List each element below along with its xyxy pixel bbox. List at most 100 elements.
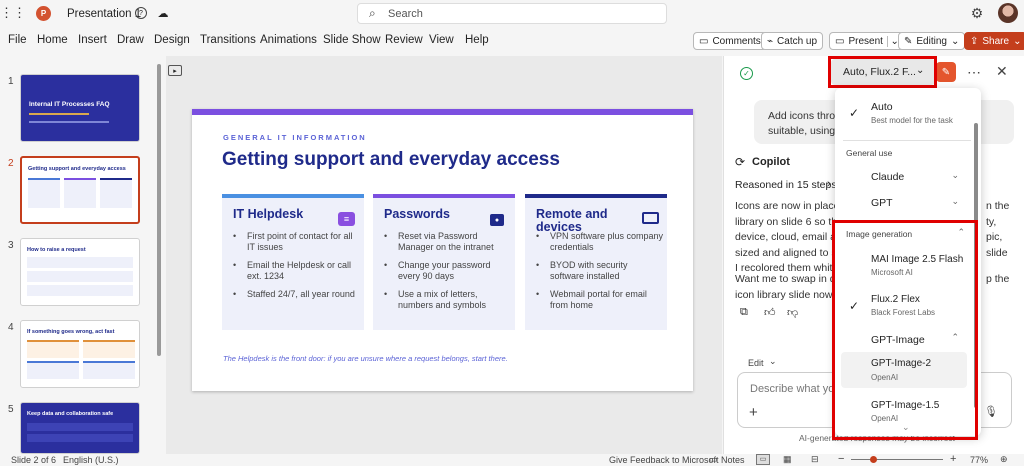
menu-help[interactable]: Help (465, 34, 489, 46)
menu-design[interactable]: Design (154, 34, 190, 46)
slide-thumbnail-5[interactable]: Keep data and collaboration safe (20, 402, 140, 454)
microphone-icon[interactable]: 🎙︎ (984, 405, 998, 418)
thumb-title: Keep data and collaboration safe (27, 411, 114, 417)
more-options-icon[interactable]: ⋯ (967, 64, 981, 81)
thumb-number: 3 (8, 240, 14, 251)
thumb-text-line (29, 121, 109, 123)
menu-review[interactable]: Review (385, 34, 423, 46)
card-accent-bar (373, 194, 515, 198)
add-attachment-icon[interactable]: + (749, 404, 758, 421)
present-icon: ▭ (835, 35, 845, 47)
card-bullet: BYOD with security software installed (536, 260, 664, 282)
zoom-out-icon[interactable]: − (838, 453, 844, 465)
language-indicator[interactable]: English (U.S.) (63, 455, 119, 465)
thumbnail-scrollbar[interactable] (157, 64, 161, 356)
zoom-in-icon[interactable]: + (950, 453, 956, 465)
editing-mode-button[interactable]: ✎ Editing ⌄ (898, 32, 966, 50)
app-launcher-icon[interactable]: ⋮⋮ (0, 5, 26, 20)
menu-divider (843, 222, 971, 223)
menu-draw[interactable]: Draw (117, 34, 144, 46)
menu-animations[interactable]: Animations (260, 34, 317, 46)
model-option-auto[interactable]: ✓ Auto Best model for the task (835, 94, 975, 134)
chat-icon: ≡ (338, 212, 355, 226)
menu-divider (843, 140, 971, 141)
menu-file[interactable]: File (8, 34, 27, 46)
chevron-down-icon: ⌄ (950, 35, 960, 47)
menu-view[interactable]: View (429, 34, 454, 46)
model-option-subtitle: Microsoft AI (871, 268, 913, 277)
cloud-sync-icon[interactable]: ☁ (156, 7, 170, 20)
edit-document-button[interactable]: ✎ (936, 62, 956, 82)
slide-thumbnail-2[interactable]: Getting support and everyday access (20, 156, 140, 224)
slide-top-accent (192, 109, 693, 115)
thumb-row (27, 271, 133, 282)
thumbs-down-icon[interactable]: 👎︎ (787, 306, 798, 319)
thumb-row (27, 257, 133, 268)
response-line: Want me to swap in diffe (735, 273, 850, 285)
response-line: p the (986, 273, 1010, 285)
menu-insert[interactable]: Insert (78, 34, 107, 46)
slide-canvas[interactable]: GENERAL IT INFORMATION Getting support a… (192, 109, 693, 391)
chevron-right-icon[interactable]: › (827, 178, 831, 190)
model-option-subtitle: OpenAI (871, 414, 899, 423)
card-accent-bar (222, 194, 364, 198)
model-dropdown-menu: ✓ Auto Best model for the task General u… (835, 88, 981, 436)
zoom-slider[interactable] (851, 459, 943, 460)
slide-sorter-icon[interactable]: ▦ (783, 454, 792, 465)
thumb-card (27, 340, 79, 358)
fit-slide-icon[interactable]: ⊕ (1000, 454, 1008, 465)
thumb-title: Internal IT Processes FAQ (29, 101, 110, 108)
slide-title: Getting support and everyday access (222, 149, 560, 170)
toggle-pane-icon[interactable]: ▸ (168, 65, 182, 76)
user-avatar[interactable] (998, 3, 1018, 23)
search-box[interactable]: ⌕ Search (357, 3, 667, 24)
settings-gear-icon[interactable]: ⚙ (970, 5, 984, 21)
thumb-number: 5 (8, 404, 14, 415)
close-icon[interactable]: ✕ (996, 63, 1008, 80)
card-bullet: Staffed 24/7, all year round (233, 289, 361, 300)
comments-label: Comments (712, 35, 761, 47)
slide-thumbnail-4[interactable]: If something goes wrong, act fast (20, 320, 140, 388)
model-group-claude[interactable]: Claude ⌄ (835, 166, 975, 188)
document-title[interactable]: Presentation 1 (67, 8, 141, 20)
response-text-2-left: Want me to swap in diffe icon library sl… (735, 272, 849, 303)
normal-view-icon[interactable]: ▭ (756, 454, 770, 465)
chevron-down-icon: ⌄ (951, 196, 959, 206)
edit-mode-dropdown[interactable]: Edit (748, 358, 764, 368)
reading-view-icon[interactable]: ⊟ (811, 454, 819, 465)
model-group-gpt-image[interactable]: GPT-Image ⌃ (835, 328, 975, 350)
chevron-down-icon: ⌄ (916, 65, 925, 76)
model-option-title: GPT-Image-2 (871, 358, 932, 369)
zoom-level[interactable]: 77% (970, 455, 988, 465)
notes-icon[interactable]: ▭ (709, 454, 718, 465)
model-selector-label: Auto, Flux.2 F... (843, 66, 916, 78)
copy-icon[interactable]: ⧉ (740, 306, 748, 319)
prompt-placeholder: Describe what you'l (750, 383, 846, 395)
model-option-mai-image[interactable]: MAI Image 2.5 Flash Microsoft AI (835, 248, 975, 282)
slide-thumbnail-1[interactable]: Internal IT Processes FAQ (20, 74, 140, 142)
chevron-up-icon[interactable]: ⌃ (957, 227, 965, 238)
model-group-gpt[interactable]: GPT ⌄ (835, 192, 975, 214)
share-button[interactable]: ⇪ Share ⌄ (964, 32, 1024, 50)
comments-button[interactable]: ▭ Comments (693, 32, 767, 50)
model-option-gpt-image-2[interactable]: GPT-Image-2 OpenAI (841, 352, 967, 388)
feedback-link[interactable]: Give Feedback to Microsoft (609, 455, 719, 465)
menu-slide-show[interactable]: Slide Show (323, 34, 381, 46)
card-list: VPN software plus company credentials BY… (536, 231, 664, 318)
model-selector-button[interactable]: Auto, Flux.2 F... ⌄ (831, 59, 935, 85)
model-option-flux[interactable]: ✓ Flux.2 Flex Black Forest Labs (835, 288, 975, 322)
slide-thumbnail-3[interactable]: How to raise a request (20, 238, 140, 306)
scroll-down-chevron-icon[interactable]: ⌄ (902, 422, 910, 433)
shield-icon[interactable]: ? (135, 7, 147, 19)
thumb-number: 4 (8, 322, 14, 333)
thumbs-up-icon[interactable]: 👍︎ (764, 306, 776, 319)
status-bar: Slide 2 of 6 English (U.S.) Give Feedbac… (0, 453, 1024, 466)
reasoning-summary[interactable]: Reasoned in 15 steps (735, 179, 837, 191)
zoom-slider-thumb[interactable] (870, 456, 877, 463)
catch-up-button[interactable]: ⌁ Catch up (761, 32, 824, 50)
menu-transitions[interactable]: Transitions (200, 34, 256, 46)
present-button[interactable]: ▭ Present ⌄ (829, 32, 904, 50)
notes-button[interactable]: Notes (721, 455, 745, 465)
thumb-accent-line (29, 113, 89, 115)
menu-home[interactable]: Home (37, 34, 68, 46)
